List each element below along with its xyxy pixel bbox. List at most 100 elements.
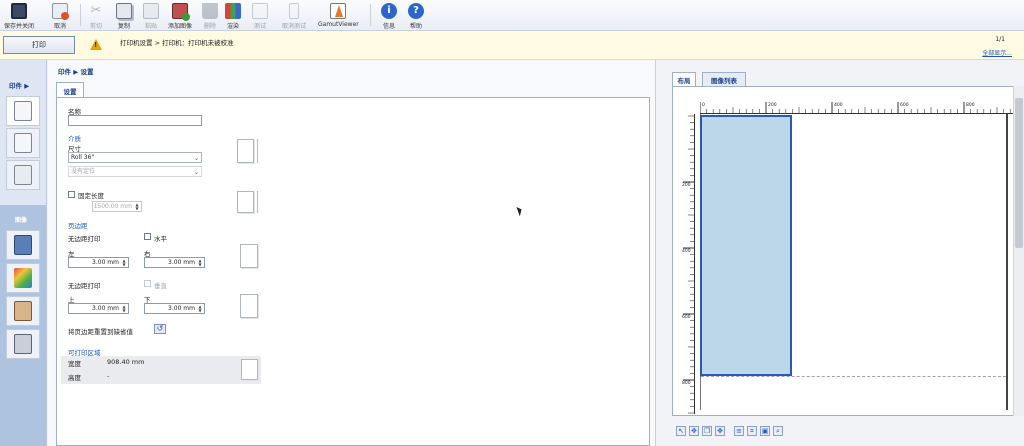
printable-area-diagram [241, 359, 258, 380]
cut-button[interactable]: ✂ 剪切 [88, 1, 104, 30]
borderless-vertical-label: 无边距打印 [68, 282, 101, 290]
margins-section-heading: 页边距 [68, 222, 88, 230]
height-value: - [107, 372, 110, 380]
size-select-value: Roll 36" [71, 154, 95, 161]
layout-page-icon [14, 133, 32, 153]
left-margin-stepper[interactable]: 3.00 mm ▲ ▼ [68, 257, 129, 268]
nav-print-section-label: 印件 ▶ [9, 82, 30, 90]
reset-margins-button[interactable]: ↺ [154, 324, 166, 334]
print-sheet[interactable] [700, 115, 792, 376]
nav-color-button[interactable] [6, 263, 40, 293]
gamut-viewer-icon [330, 3, 347, 19]
bottom-margin-stepper[interactable]: 3.00 mm ▲ ▼ [144, 303, 205, 314]
stepper-arrows-icon: ▲ ▼ [122, 258, 126, 267]
crop-tool-button[interactable]: ⌗ [747, 426, 757, 436]
vertical-label: 垂直 [154, 282, 167, 290]
toolbar-divider [370, 4, 371, 26]
info-button[interactable]: i 信息 [381, 1, 397, 30]
media-size-diagram [237, 139, 254, 163]
gamut-viewer-button[interactable]: GamutViewer [318, 1, 359, 30]
nav-finishing-button[interactable] [6, 160, 40, 190]
ruler-label: 800 [966, 102, 975, 108]
horizontal-checkbox[interactable] [144, 233, 151, 240]
show-all-link[interactable]: 全部显示... [982, 48, 1012, 57]
settings-form: 名称 介质 尺寸 Roll 36" ⌄ 没有定位 ⌄ 固定长度 1500.00 … [56, 97, 650, 446]
fit-tool-button[interactable]: ▣ [760, 426, 770, 436]
help-button[interactable]: ? 帮助 [408, 1, 424, 30]
tab-settings[interactable]: 设置 [56, 82, 84, 98]
test-button[interactable]: 测试 [252, 1, 268, 30]
add-image-button[interactable]: 添加图像 [168, 1, 192, 30]
print-button[interactable]: 打印 [3, 36, 75, 54]
select-icon: ↖ [678, 427, 684, 435]
horizontal-ruler: 0 200 400 600 800 [700, 100, 1016, 114]
name-field[interactable] [68, 115, 202, 126]
nav-image-save-button[interactable] [6, 329, 40, 359]
bottom-margin-value: 3.00 mm [168, 305, 195, 312]
cancel-test-button[interactable]: 取消测试 [282, 1, 306, 30]
align-icon: ≡ [736, 427, 742, 435]
magnifier-icon: ⌕ [776, 427, 780, 435]
pan-icon: ✥ [717, 427, 723, 435]
delete-button[interactable]: 删除 [202, 1, 218, 30]
right-margin-stepper[interactable]: 3.00 mm ▲ ▼ [144, 257, 205, 268]
left-navigation: 印件 ▶ 图像 [0, 60, 47, 446]
paste-button[interactable]: 粘贴 [143, 1, 159, 30]
move-tool-button[interactable]: ✥ [689, 426, 699, 436]
copy-tool-button[interactable]: ❐ [702, 426, 712, 436]
image-info-icon [14, 301, 32, 321]
message-bar: 打印 ! 打印机设置 > 打印机：打印机未被校准 1/1 全部显示... [0, 31, 1024, 60]
render-button[interactable]: 渲染 [225, 1, 241, 30]
ruler-label: 400 [682, 248, 691, 254]
tab-image-list[interactable]: 图像列表 [702, 72, 746, 87]
layout-preview-panel: 布局 图像列表 0 200 400 600 800 200 400 600 800 ↖ ✥ ❐… [664, 60, 1024, 446]
width-value: 908.40 mm [107, 358, 145, 366]
ruler-label: 600 [900, 102, 909, 108]
fixed-length-diagram [237, 191, 254, 213]
nav-image-section-label: 图像 [15, 217, 28, 224]
save-close-button[interactable]: 保存并关闭 [4, 1, 34, 30]
chevron-down-icon: ⌄ [193, 169, 199, 176]
move-icon: ✥ [691, 427, 697, 435]
info-icon: i [381, 3, 397, 19]
warning-icon: ! [90, 39, 102, 50]
stepper-arrows-icon: ▲ ▼ [135, 202, 139, 211]
vertical-checkbox[interactable] [144, 280, 151, 287]
nav-image-info-button[interactable] [6, 296, 40, 326]
image-save-icon [14, 334, 32, 354]
positioning-select[interactable]: 没有定位 ⌄ [68, 166, 202, 177]
cancel-test-icon [289, 3, 299, 19]
add-image-icon [172, 3, 190, 21]
positioning-select-value: 没有定位 [71, 168, 96, 175]
vertical-scrollbar[interactable] [1013, 86, 1024, 416]
top-margin-value: 3.00 mm [92, 305, 119, 312]
cancel-icon [52, 3, 69, 20]
right-margin-value: 3.00 mm [168, 259, 195, 266]
nav-image-edit-button[interactable] [6, 230, 40, 260]
align-tool-button[interactable]: ≡ [734, 426, 744, 436]
crop-icon: ⌗ [750, 427, 754, 435]
fixed-length-value: 1500.00 mm [93, 203, 132, 210]
cancel-button[interactable]: 取消 [52, 1, 69, 30]
zoom-tool-button[interactable]: ⌕ [773, 426, 783, 436]
ruler-label: 400 [834, 102, 843, 108]
chevron-down-icon: ⌄ [193, 155, 199, 162]
fixed-length-stepper[interactable]: 1500.00 mm ▲ ▼ [92, 201, 142, 212]
pan-tool-button[interactable]: ✥ [715, 426, 725, 436]
select-tool-button[interactable]: ↖ [676, 426, 686, 436]
nav-layout-button[interactable] [6, 128, 40, 158]
width-label: 宽度 [68, 360, 81, 368]
help-icon: ? [408, 3, 424, 19]
size-select[interactable]: Roll 36" ⌄ [68, 152, 202, 163]
ruler-label: 200 [768, 102, 777, 108]
scrollbar-thumb[interactable] [1015, 98, 1023, 248]
copy-icon [116, 3, 132, 19]
nav-settings-button[interactable] [6, 96, 40, 126]
reset-margins-label: 将页边距重置到缺省值 [68, 328, 133, 336]
color-cube-icon [14, 268, 32, 288]
fixed-length-checkbox[interactable] [68, 191, 75, 198]
copy-button[interactable]: 复制 [116, 1, 132, 30]
top-margin-stepper[interactable]: 3.00 mm ▲ ▼ [68, 303, 129, 314]
ruler-background [681, 114, 695, 414]
tab-layout[interactable]: 布局 [672, 72, 696, 87]
